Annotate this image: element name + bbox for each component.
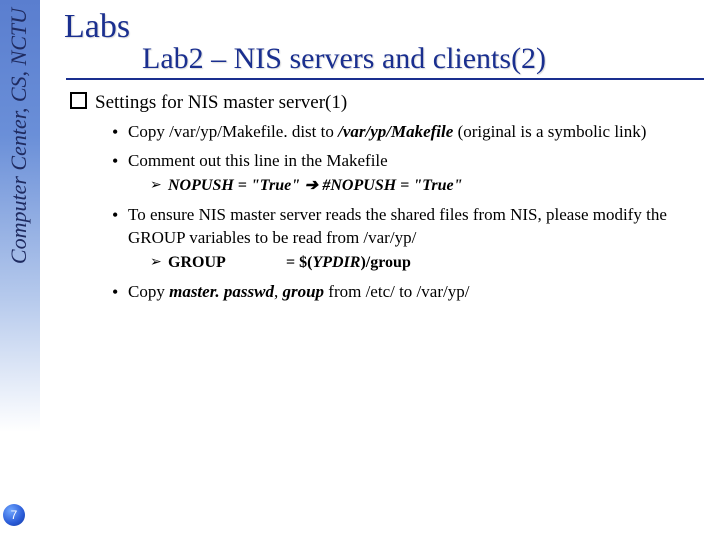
section-heading-text: Settings for NIS master server(1) <box>95 92 347 113</box>
sub-list-2: NOPUSH = "True" ➔ #NOPUSH = "True" <box>128 175 702 197</box>
group-label: GROUP <box>168 252 286 274</box>
slide-body: Settings for NIS master server(1) Copy /… <box>60 92 710 303</box>
section-heading: Settings for NIS master server(1) <box>70 92 710 114</box>
group-val-c: )/group <box>360 254 410 271</box>
bullet-1-path: /var/yp/Makefile <box>338 122 453 141</box>
slide-title-main: Labs <box>64 8 710 46</box>
nopush-after: #NOPUSH = "True" <box>322 177 462 194</box>
bullet-1-text-a: Copy /var/yp/Makefile. dist to <box>128 122 338 141</box>
bullet-list: Copy /var/yp/Makefile. dist to /var/yp/M… <box>70 120 710 303</box>
sub-list-3: GROUP= $(YPDIR)/group <box>128 252 702 274</box>
bullet-item-3: To ensure NIS master server reads the sh… <box>112 203 702 274</box>
slide-title-sub: Lab2 – NIS servers and clients(2) <box>66 42 704 80</box>
title-sub-rest: NIS servers and clients(2) <box>226 42 546 75</box>
arrow-icon: ➔ <box>300 177 322 194</box>
bullet-item-1: Copy /var/yp/Makefile. dist to /var/yp/M… <box>112 120 702 143</box>
sub-item-group: GROUP= $(YPDIR)/group <box>150 252 702 274</box>
bullet-2-text: Comment out this line in the Makefile <box>128 151 388 170</box>
sub-item-nopush: NOPUSH = "True" ➔ #NOPUSH = "True" <box>150 175 702 197</box>
group-val-ypdir: YPDIR <box>312 254 360 271</box>
bullet-4-text-e: from /etc/ to /var/yp/ <box>324 282 469 301</box>
hollow-square-bullet-icon <box>70 92 87 109</box>
title-sub-dash: – <box>211 42 226 75</box>
title-sub-prefix: Lab2 <box>142 42 211 75</box>
bullet-4-masterpasswd: master. passwd <box>169 282 274 301</box>
bullet-4-group: group <box>282 282 324 301</box>
nopush-before: NOPUSH = "True" <box>168 177 300 194</box>
sidebar-institution-label: Computer Center, CS, NCTU <box>6 8 32 264</box>
bullet-item-2: Comment out this line in the Makefile NO… <box>112 149 702 197</box>
bullet-4-text-a: Copy <box>128 282 169 301</box>
bullet-3-text: To ensure NIS master server reads the sh… <box>128 205 667 247</box>
bullet-item-4: Copy master. passwd, group from /etc/ to… <box>112 280 702 303</box>
group-val-a: = $( <box>286 254 312 271</box>
page-number-badge: 7 <box>3 504 25 526</box>
bullet-1-text-c: (original is a symbolic link) <box>453 122 646 141</box>
slide-content: Labs Lab2 – NIS servers and clients(2) S… <box>60 8 710 309</box>
sidebar-gradient: Computer Center, CS, NCTU <box>0 0 40 540</box>
